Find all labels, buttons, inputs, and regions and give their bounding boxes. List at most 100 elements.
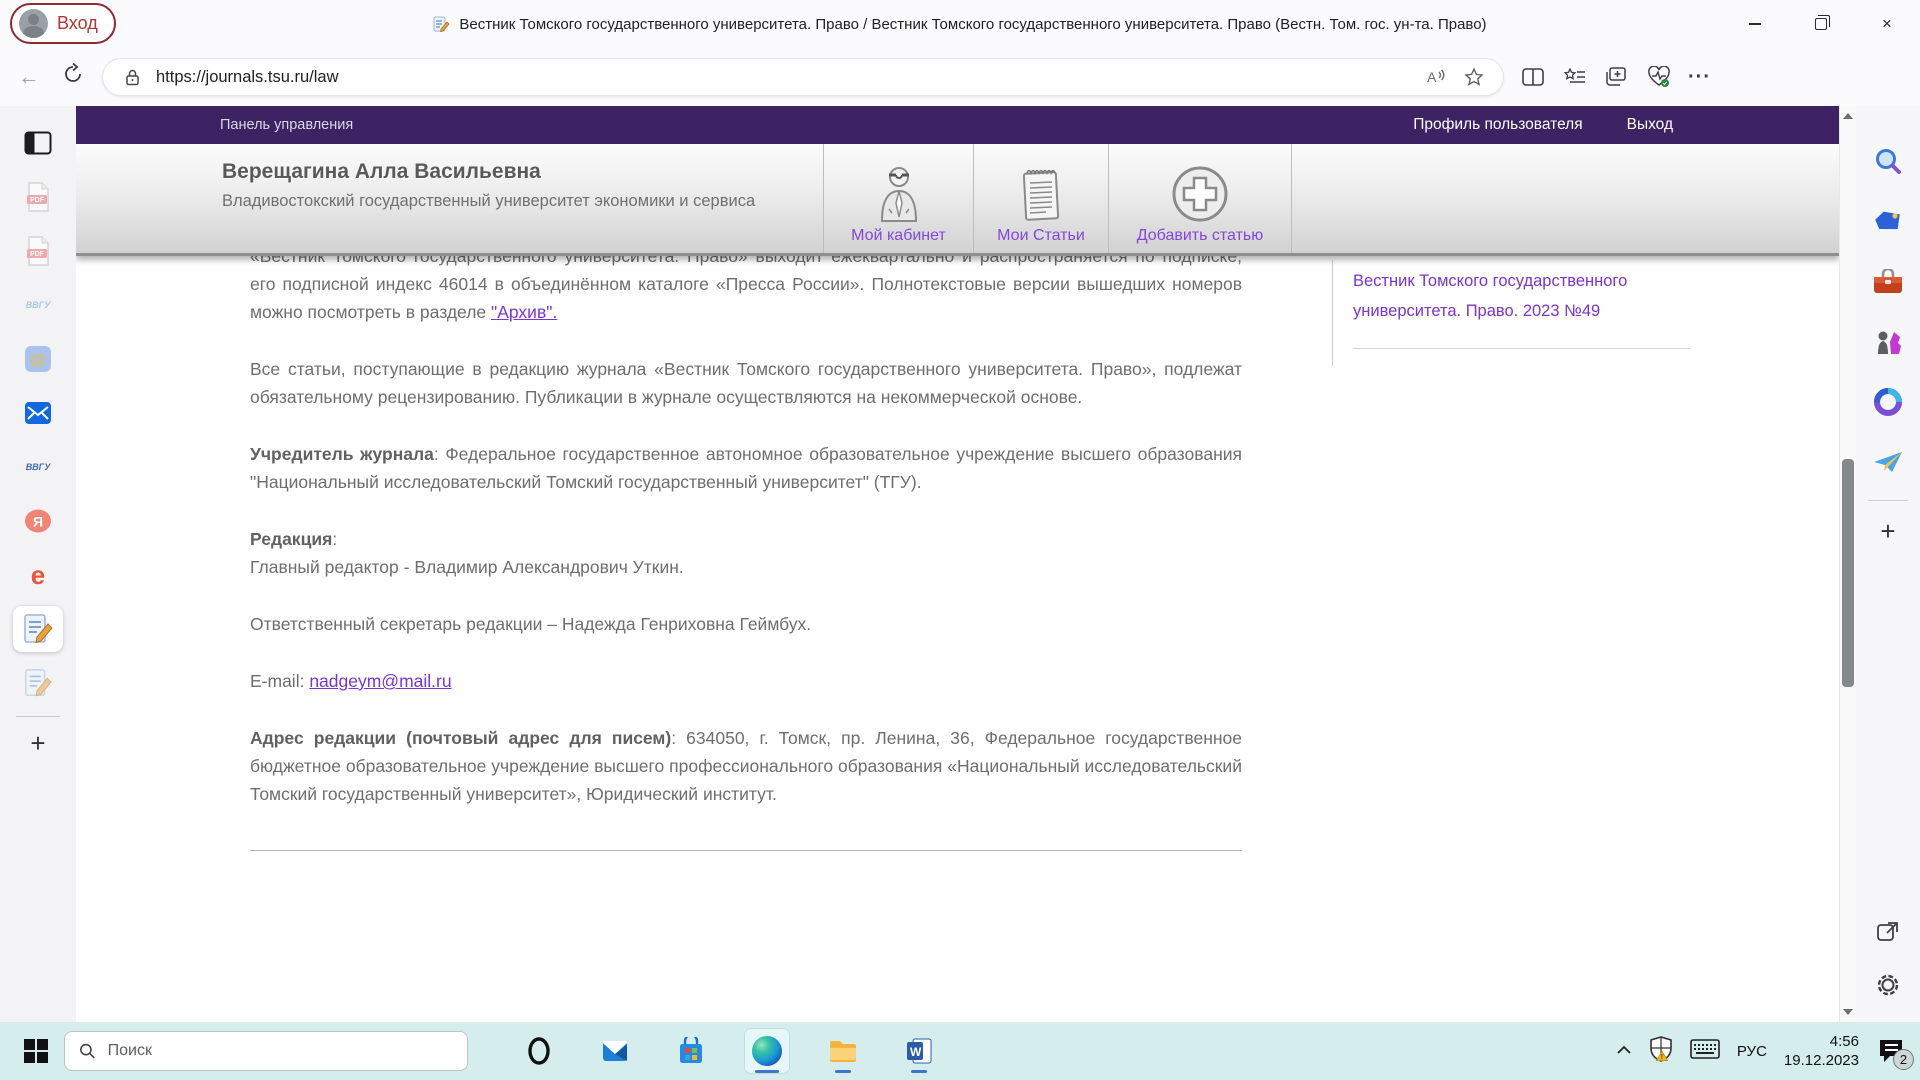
my-cabinet-button[interactable]: Мой кабинет — [823, 144, 973, 253]
windows-start-button[interactable] — [24, 1039, 48, 1063]
page-scrollbar[interactable] — [1839, 106, 1856, 1022]
content-area: «Вестник Томского государственного униве… — [76, 256, 1839, 1022]
paragraph-review: Все статьи, поступающие в редакцию журна… — [250, 355, 1242, 411]
read-aloud-icon[interactable]: A — [1424, 64, 1450, 90]
sidebar-games-icon[interactable] — [1856, 312, 1920, 372]
column-divider — [1332, 260, 1333, 366]
notification-badge: 2 — [1893, 1049, 1914, 1070]
taskbar-mail-icon[interactable] — [592, 1028, 638, 1074]
journal-description: «Вестник Томского государственного униве… — [250, 256, 1242, 851]
logout-link[interactable]: Выход — [1627, 116, 1673, 134]
open-in-browser-icon[interactable] — [1876, 920, 1900, 949]
tray-chevron-up-icon[interactable] — [1616, 1042, 1632, 1060]
settings-menu-icon[interactable]: ··· — [1688, 66, 1711, 89]
tab-yandex-icon[interactable]: Я — [0, 494, 76, 548]
tab-vvgu-dark-icon[interactable]: ВВГУ — [0, 440, 76, 494]
close-button[interactable]: × — [1854, 0, 1920, 48]
browser-tab[interactable]: Вестник Томского государственного универ… — [433, 16, 1486, 33]
clock[interactable]: 4:56 19.12.2023 — [1784, 1032, 1859, 1070]
sidebar-divider — [16, 716, 60, 717]
add-article-button[interactable]: Добавить статью — [1108, 144, 1292, 253]
vertical-tabs-icon[interactable] — [0, 116, 76, 170]
taskbar-word-icon[interactable]: W — [896, 1028, 942, 1074]
sidebar-divider — [1868, 500, 1908, 501]
clock-date: 19.12.2023 — [1784, 1052, 1859, 1069]
tab-title-text: Вестник Томского государственного универ… — [459, 16, 1486, 33]
tab-journal-icon[interactable] — [0, 656, 76, 710]
login-overlay-button[interactable]: Вход — [10, 3, 116, 44]
sidebar-toolbox-icon[interactable] — [1856, 252, 1920, 312]
current-issue-link[interactable]: Вестник Томского государственного универ… — [1353, 266, 1698, 326]
site-admin-bar: Панель управления Профиль пользователя В… — [76, 106, 1839, 144]
tab-at-mail-icon[interactable]: @ — [0, 332, 76, 386]
notification-center-icon[interactable]: 2 — [1876, 1036, 1906, 1066]
lock-icon[interactable] — [119, 64, 145, 90]
header-actions: Мой кабинет Мои Статьи — [823, 144, 1292, 253]
address-bar[interactable]: https://journals.tsu.ru/law A — [102, 58, 1504, 96]
taskbar-explorer-icon[interactable] — [820, 1028, 866, 1074]
restore-button[interactable] — [1788, 0, 1854, 48]
profile-link[interactable]: Профиль пользователя — [1413, 116, 1582, 134]
taskbar-ring-app-icon[interactable] — [516, 1028, 562, 1074]
favorites-list-icon[interactable] — [1562, 64, 1588, 90]
search-input[interactable] — [108, 1042, 453, 1060]
tab-pdf-icon[interactable]: PDF — [0, 224, 76, 278]
windows-taskbar: W ! РУС 4:56 19.12.2023 2 — [0, 1022, 1920, 1080]
browser-toolbar: ← https://journals.tsu.ru/law A — [0, 48, 1920, 106]
login-label: Вход — [57, 13, 98, 34]
taskbar-search[interactable] — [64, 1031, 468, 1071]
tab-e-icon[interactable]: e — [0, 548, 76, 602]
favorite-star-icon[interactable] — [1461, 64, 1487, 90]
sidebar-shopping-icon[interactable] — [1856, 192, 1920, 252]
language-indicator[interactable]: РУС — [1737, 1043, 1767, 1060]
paragraph-subscription: «Вестник Томского государственного униве… — [250, 256, 1242, 326]
archive-link[interactable]: "Архив". — [491, 302, 557, 322]
user-affiliation: Владивостокский государственный универси… — [222, 192, 755, 211]
sidebar-settings-gear-icon[interactable] — [1874, 971, 1902, 1004]
scrollbar-thumb[interactable] — [1842, 459, 1854, 687]
browser-titlebar: Вход Вестник Томского государственного у… — [0, 0, 1920, 48]
email-link[interactable]: nadgeym@mail.ru — [309, 671, 451, 691]
tab-active-journal-icon[interactable] — [0, 602, 76, 656]
issues-sidebar: Вестник Томского государственного универ… — [1353, 266, 1698, 349]
browser-body: PDF PDF ВВГУ @ ВВГУ Я — [0, 106, 1920, 1022]
svg-text:A: A — [1427, 69, 1437, 85]
browser-essentials-icon[interactable] — [1646, 64, 1672, 90]
paragraph-founder: Учредитель журнала: Федеральное государс… — [250, 440, 1242, 496]
svg-text:!: ! — [1661, 1054, 1663, 1061]
keyboard-icon[interactable] — [1690, 1039, 1720, 1064]
back-button[interactable]: ← — [14, 64, 44, 90]
window-controls: × — [1722, 0, 1920, 48]
taskbar-store-icon[interactable] — [668, 1028, 714, 1074]
scroll-up-arrow[interactable] — [1840, 108, 1856, 124]
refresh-button[interactable] — [58, 63, 88, 91]
toolbar-right-icons: ··· — [1520, 64, 1711, 90]
split-screen-icon[interactable] — [1520, 64, 1546, 90]
collections-icon[interactable] — [1604, 64, 1630, 90]
screen: Вход Вестник Томского государственного у… — [0, 0, 1920, 1080]
tab-vvgu-light-icon[interactable]: ВВГУ — [0, 278, 76, 332]
sidebar-search-icon[interactable] — [1856, 132, 1920, 192]
sidebar-drop-icon[interactable] — [1856, 432, 1920, 492]
security-shield-icon[interactable]: ! — [1649, 1036, 1673, 1067]
person-sketch-icon — [872, 150, 926, 227]
new-tab-button[interactable]: + — [0, 723, 76, 763]
site-header: Верещагина Алла Васильевна Владивостокск… — [76, 144, 1839, 256]
clock-time: 4:56 — [1830, 1033, 1859, 1050]
scroll-down-arrow[interactable] — [1840, 1004, 1856, 1020]
add-article-label: Добавить статью — [1137, 227, 1264, 245]
paragraph-email: E-mail: nadgeym@mail.ru — [250, 667, 1242, 695]
url-text[interactable]: https://journals.tsu.ru/law — [156, 68, 1413, 87]
my-articles-button[interactable]: Мои Статьи — [973, 144, 1108, 253]
page-favicon-doc-pencil-icon — [433, 16, 450, 33]
browser-window: Вход Вестник Томского государственного у… — [0, 0, 1920, 1022]
paragraph-address: Адрес редакции (почтовый адрес для писем… — [250, 724, 1242, 808]
minimize-button[interactable] — [1722, 0, 1788, 48]
tab-pdf-icon[interactable]: PDF — [0, 170, 76, 224]
admin-panel-link[interactable]: Панель управления — [220, 117, 353, 133]
sidebar-add-button[interactable]: + — [1856, 509, 1920, 553]
yandex-letter: Я — [33, 514, 43, 530]
tab-envelope-icon[interactable] — [0, 386, 76, 440]
taskbar-edge-icon[interactable] — [744, 1028, 790, 1074]
sidebar-m365-icon[interactable] — [1856, 372, 1920, 432]
